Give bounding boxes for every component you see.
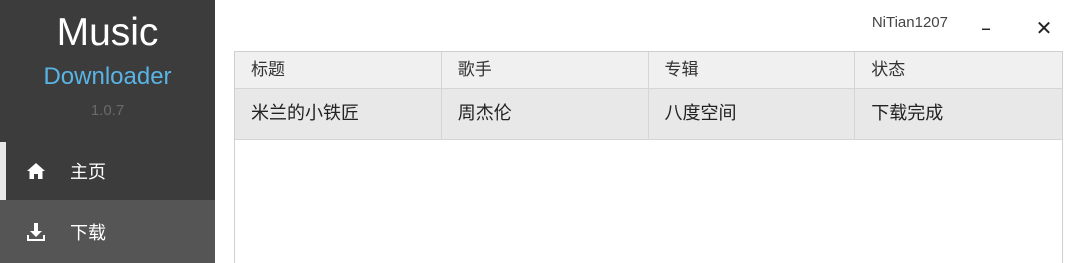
sidebar: Music Downloader 1.0.7 主页 下载: [0, 0, 215, 263]
column-header-title[interactable]: 标题: [235, 52, 442, 88]
table-header: 标题 歌手 专辑 状态: [235, 52, 1062, 89]
nav-item-home[interactable]: 主页: [0, 142, 215, 200]
app-subtitle: Downloader: [43, 63, 172, 90]
home-icon: [26, 161, 46, 181]
app-version: 1.0.7: [90, 102, 125, 119]
nav-active-marker: [0, 142, 6, 200]
download-icon: [26, 222, 46, 242]
cell-artist: 周杰伦: [442, 89, 649, 139]
nav-item-label: 主页: [70, 162, 106, 183]
cell-title: 米兰的小铁匠: [235, 89, 442, 139]
table-row[interactable]: 米兰的小铁匠 周杰伦 八度空间 下载完成: [235, 89, 1062, 140]
close-button[interactable]: ✕: [1030, 14, 1058, 42]
cell-status: 下载完成: [871, 103, 944, 124]
column-header-status[interactable]: 状态: [855, 52, 1062, 88]
download-table: 标题 歌手 专辑 状态 米兰的小铁匠 周杰伦 八度空间 下载完成: [234, 51, 1063, 263]
username: NiTian1207: [871, 14, 948, 31]
app-name: Music: [56, 11, 159, 54]
cell-album: 八度空间: [649, 89, 856, 139]
nav-item-download[interactable]: 下载: [0, 200, 215, 263]
column-header-album[interactable]: 专辑: [649, 52, 856, 88]
column-header-artist[interactable]: 歌手: [442, 52, 649, 88]
nav-item-label: 下载: [70, 222, 106, 244]
minimize-button[interactable]: –: [972, 14, 1000, 42]
